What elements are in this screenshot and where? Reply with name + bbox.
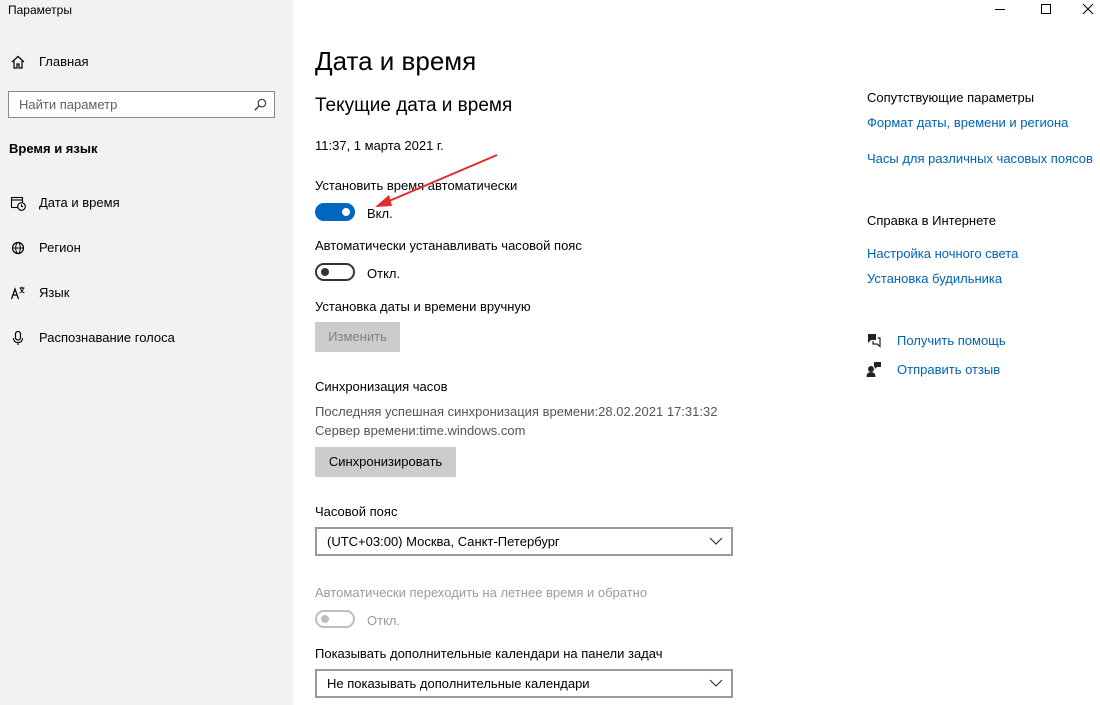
section-heading-current: Текущие дата и время (315, 95, 513, 116)
auto-time-state: Вкл. (367, 206, 393, 221)
link-world-clocks[interactable]: Часы для различных часовых поясов (867, 151, 1093, 166)
calendars-select[interactable]: Не показывать дополнительные календари (315, 669, 733, 698)
link-date-format[interactable]: Формат даты, времени и региона (867, 115, 1068, 130)
link-get-help[interactable]: Получить помощь (897, 333, 1006, 348)
timezone-value: (UTC+03:00) Москва, Санкт-Петербург (327, 534, 560, 549)
sidebar-item-date-time[interactable]: Дата и время (0, 187, 293, 219)
sidebar-item-label: Главная (39, 54, 89, 69)
dst-state: Откл. (367, 613, 401, 628)
link-alarm[interactable]: Установка будильника (867, 271, 1002, 286)
sidebar-item-language[interactable]: Язык (0, 277, 293, 309)
auto-time-label: Установить время автоматически (315, 178, 518, 193)
timezone-label: Часовой пояс (315, 504, 398, 519)
calendars-value: Не показывать дополнительные календари (327, 676, 590, 691)
sidebar-item-home[interactable]: Главная (0, 46, 293, 78)
manual-datetime-label: Установка даты и времени вручную (315, 299, 531, 314)
calendar-clock-icon (10, 196, 26, 211)
sidebar-item-label: Дата и время (39, 195, 120, 210)
search-placeholder: Найти параметр (19, 97, 118, 112)
dst-label: Автоматически переходить на летнее время… (315, 585, 648, 600)
window-title: Параметры (8, 3, 72, 17)
toggle-knob (342, 208, 350, 216)
link-night-light[interactable]: Настройка ночного света (867, 246, 1018, 261)
time-server-text: Сервер времени:time.windows.com (315, 423, 526, 438)
sidebar-item-region[interactable]: Регион (0, 232, 293, 264)
chevron-down-icon (709, 679, 723, 687)
auto-timezone-label: Автоматически устанавливать часовой пояс (315, 238, 582, 253)
search-input[interactable]: Найти параметр (8, 91, 275, 118)
calendars-label: Показывать дополнительные календари на п… (315, 646, 663, 661)
sidebar-section-title: Время и язык (9, 141, 98, 156)
sidebar-item-speech[interactable]: Распознавание голоса (0, 322, 293, 354)
auto-timezone-toggle[interactable] (315, 263, 355, 281)
web-help-heading: Справка в Интернете (867, 213, 996, 228)
chevron-down-icon (709, 537, 723, 545)
page-title: Дата и время (315, 46, 477, 76)
sync-button[interactable]: Синхронизировать (315, 447, 456, 477)
maximize-icon (1041, 4, 1051, 14)
sidebar: Параметры Главная Найти параметр Время и… (0, 0, 293, 705)
link-send-feedback[interactable]: Отправить отзыв (897, 362, 1000, 377)
sync-heading: Синхронизация часов (315, 379, 448, 394)
search-icon[interactable] (253, 97, 268, 112)
home-icon (11, 55, 25, 69)
minimize-icon (995, 9, 1005, 10)
sidebar-item-label: Распознавание голоса (39, 330, 175, 345)
timezone-select[interactable]: (UTC+03:00) Москва, Санкт-Петербург (315, 527, 733, 556)
related-heading: Сопутствующие параметры (867, 90, 1035, 105)
change-button[interactable]: Изменить (315, 322, 400, 352)
close-icon (1082, 3, 1094, 15)
auto-time-toggle[interactable] (315, 203, 355, 221)
toggle-knob (321, 268, 329, 276)
maximize-button[interactable] (1026, 0, 1066, 20)
globe-icon (11, 241, 25, 255)
auto-timezone-state: Откл. (367, 266, 401, 281)
feedback-icon (866, 362, 881, 377)
language-icon (10, 286, 25, 300)
toggle-knob (321, 615, 329, 623)
help-chat-icon (868, 334, 881, 348)
minimize-button[interactable] (980, 0, 1020, 20)
microphone-icon (12, 330, 24, 345)
close-button[interactable] (1068, 0, 1100, 20)
last-sync-text: Последняя успешная синхронизация времени… (315, 404, 718, 419)
main-content: Дата и время Текущие дата и время 11:37,… (293, 0, 1100, 705)
sidebar-item-label: Язык (39, 285, 70, 300)
dst-toggle[interactable] (315, 610, 355, 628)
sidebar-item-label: Регион (39, 240, 81, 255)
current-datetime: 11:37, 1 марта 2021 г. (315, 138, 444, 153)
